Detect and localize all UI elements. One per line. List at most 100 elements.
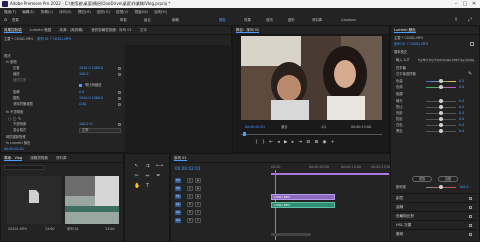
track-target-a1[interactable]: A1: [175, 202, 181, 207]
fit-select[interactable]: 適合: [281, 125, 297, 130]
workspace-audio[interactable]: 音訊: [266, 16, 273, 25]
track-sync-lock-v3[interactable]: ◫: [187, 178, 193, 183]
workspace-libraries[interactable]: 資料庫: [312, 16, 322, 25]
saturation-value[interactable]: 100.0: [459, 184, 468, 190]
timeline-timecode[interactable]: 00:00:02:01: [175, 166, 201, 171]
menu-markers[interactable]: 標記(M): [78, 10, 91, 14]
opacity-value[interactable]: 100.0 %: [79, 122, 93, 127]
menu-graphics[interactable]: 圖形(G): [97, 10, 110, 14]
anchor-value[interactable]: 1920.0 1080.0: [79, 96, 103, 101]
input-lut-select[interactable]: Fujifilm Fuji F125 Kodak 2393 (by Adobe): [418, 58, 474, 63]
lumetri-fx-checkbox[interactable]: [470, 42, 474, 46]
quality-select[interactable]: 1/2: [321, 125, 331, 130]
close-icon[interactable]: ✕: [470, 0, 478, 8]
menu-clip[interactable]: 剪輯(C): [41, 10, 54, 14]
lift-icon[interactable]: ⊟: [306, 140, 310, 145]
menu-help[interactable]: 說明(H): [154, 10, 167, 14]
quick-export-icon[interactable]: ⇪: [454, 16, 458, 25]
step-forward-icon[interactable]: ▸: [292, 140, 294, 145]
track-eye-v2[interactable]: ◉: [195, 186, 201, 191]
exposure-knob[interactable]: [439, 99, 443, 103]
hand-tool-icon[interactable]: ✋: [134, 184, 140, 189]
tab-lumetri-scopes[interactable]: Lumetri 範圍: [30, 28, 52, 32]
blend-mode-select[interactable]: 正常: [79, 128, 121, 133]
fx-lumetri[interactable]: fx Lumetri 顏色: [6, 141, 30, 146]
eyedropper-icon[interactable]: ✎: [468, 72, 472, 77]
saturation-knob[interactable]: [439, 185, 443, 189]
auto-button[interactable]: 自動: [438, 176, 458, 182]
track-eye-v3[interactable]: ◉: [195, 178, 201, 183]
fullscreen-icon[interactable]: ⤢: [468, 16, 472, 25]
workspace-home[interactable]: 首頁: [12, 16, 19, 25]
track-target-v3[interactable]: V3: [175, 178, 181, 183]
tab-libraries[interactable]: 資料庫: [56, 156, 67, 160]
contrast-knob[interactable]: [439, 105, 443, 109]
extract-icon[interactable]: ⊞: [314, 140, 318, 145]
temperature-knob[interactable]: [439, 79, 443, 83]
section-hsl-checkbox[interactable]: [469, 224, 472, 227]
anchor-keyframe-icon[interactable]: [118, 97, 121, 100]
scale-keyframe-icon[interactable]: [118, 73, 121, 76]
track-target-a2[interactable]: A2: [175, 210, 181, 215]
track-mute-a1[interactable]: M: [187, 202, 193, 207]
workspace-graphics[interactable]: 圖形: [288, 16, 295, 25]
home-icon[interactable]: ⌂: [4, 16, 7, 25]
fx-opacity[interactable]: fx 不透明度: [6, 110, 23, 115]
add-button-icon[interactable]: +: [331, 140, 335, 145]
section-creative[interactable]: 創意: [392, 193, 476, 202]
section-vignette[interactable]: 暈映: [392, 229, 476, 238]
scale-value[interactable]: 100.0: [79, 72, 88, 77]
section-color-wheels[interactable]: 色輪與比對: [392, 211, 476, 220]
menu-view[interactable]: 檢視(V): [116, 10, 128, 14]
track-select-tool-icon[interactable]: ⇉: [145, 164, 150, 169]
video-frame[interactable]: [241, 36, 382, 120]
tab-effect-controls[interactable]: 效果控制項: [4, 28, 22, 33]
work-area-bar[interactable]: [271, 173, 389, 175]
program-timecode[interactable]: 00:00:02:01: [245, 125, 265, 130]
step-back-icon[interactable]: ◂: [277, 140, 279, 145]
section-curves-checkbox[interactable]: [469, 206, 472, 209]
tab-sequence-01[interactable]: 序列 01: [174, 156, 187, 161]
fx-motion[interactable]: fx 動態: [6, 60, 17, 65]
razor-tool-icon[interactable]: ✂: [134, 174, 139, 179]
fx-sequence-label[interactable]: 序列 01 * C0301.MP4: [37, 37, 71, 42]
lumetri-sequence[interactable]: 序列 01 * C0301.MP4: [394, 42, 428, 47]
fx-source-label[interactable]: 主要 * C0301.MP4: [4, 37, 33, 42]
workspace-captions[interactable]: Captions: [341, 16, 356, 25]
track-sync-lock-v2[interactable]: ◫: [187, 186, 193, 191]
clip-a1[interactable]: C0301.MP4: [271, 202, 335, 208]
mark-in-icon[interactable]: {: [255, 140, 258, 145]
tab-text[interactable]: 文字: [140, 28, 147, 32]
time-remap[interactable]: 時間重新對應: [6, 135, 26, 140]
workspace-editing[interactable]: 編輯: [172, 16, 179, 25]
project-search-input[interactable]: [4, 165, 44, 170]
ripple-edit-tool-icon[interactable]: ⟷: [156, 164, 163, 169]
menu-window[interactable]: 視窗(W): [135, 10, 149, 14]
workspace-effects[interactable]: 效果: [244, 16, 251, 25]
mark-out-icon[interactable]: }: [262, 140, 265, 145]
clip-v1[interactable]: C0301.MP4: [271, 194, 335, 200]
track-solo-a2[interactable]: S: [195, 210, 201, 215]
position-keyframe-icon[interactable]: [118, 67, 121, 70]
keyframe-area[interactable]: [125, 45, 232, 153]
blacks-value[interactable]: 0.0: [459, 128, 464, 134]
tab-lumetri-color[interactable]: Lumetri 顏色: [394, 28, 416, 33]
mask-tools-icons[interactable]: ○ ▢ ✎: [8, 116, 21, 121]
section-curves[interactable]: 曲線: [392, 202, 476, 211]
section-color-wheels-checkbox[interactable]: [469, 215, 472, 218]
track-target-v1[interactable]: V1: [175, 194, 181, 199]
tint-value[interactable]: 0.0: [459, 84, 464, 90]
flicker-keyframe-icon[interactable]: [118, 103, 121, 106]
maximize-icon[interactable]: □: [461, 0, 469, 8]
clip-thumb-sequence[interactable]: [65, 176, 119, 224]
export-frame-icon[interactable]: ◉: [323, 140, 327, 145]
shadows-knob[interactable]: [439, 117, 443, 121]
play-icon[interactable]: ▶: [284, 140, 287, 145]
track-eye-v1[interactable]: ◉: [195, 194, 201, 199]
tab-media-browser[interactable]: 媒體瀏覽器: [30, 156, 48, 160]
type-tool-icon[interactable]: T: [145, 184, 150, 189]
lumetri-basic-section[interactable]: 基本校正: [394, 50, 407, 55]
tab-project[interactable]: 專案：Vlog: [4, 156, 23, 161]
track-solo-a3[interactable]: S: [195, 218, 201, 223]
workspace-color[interactable]: 顏色: [219, 16, 226, 25]
